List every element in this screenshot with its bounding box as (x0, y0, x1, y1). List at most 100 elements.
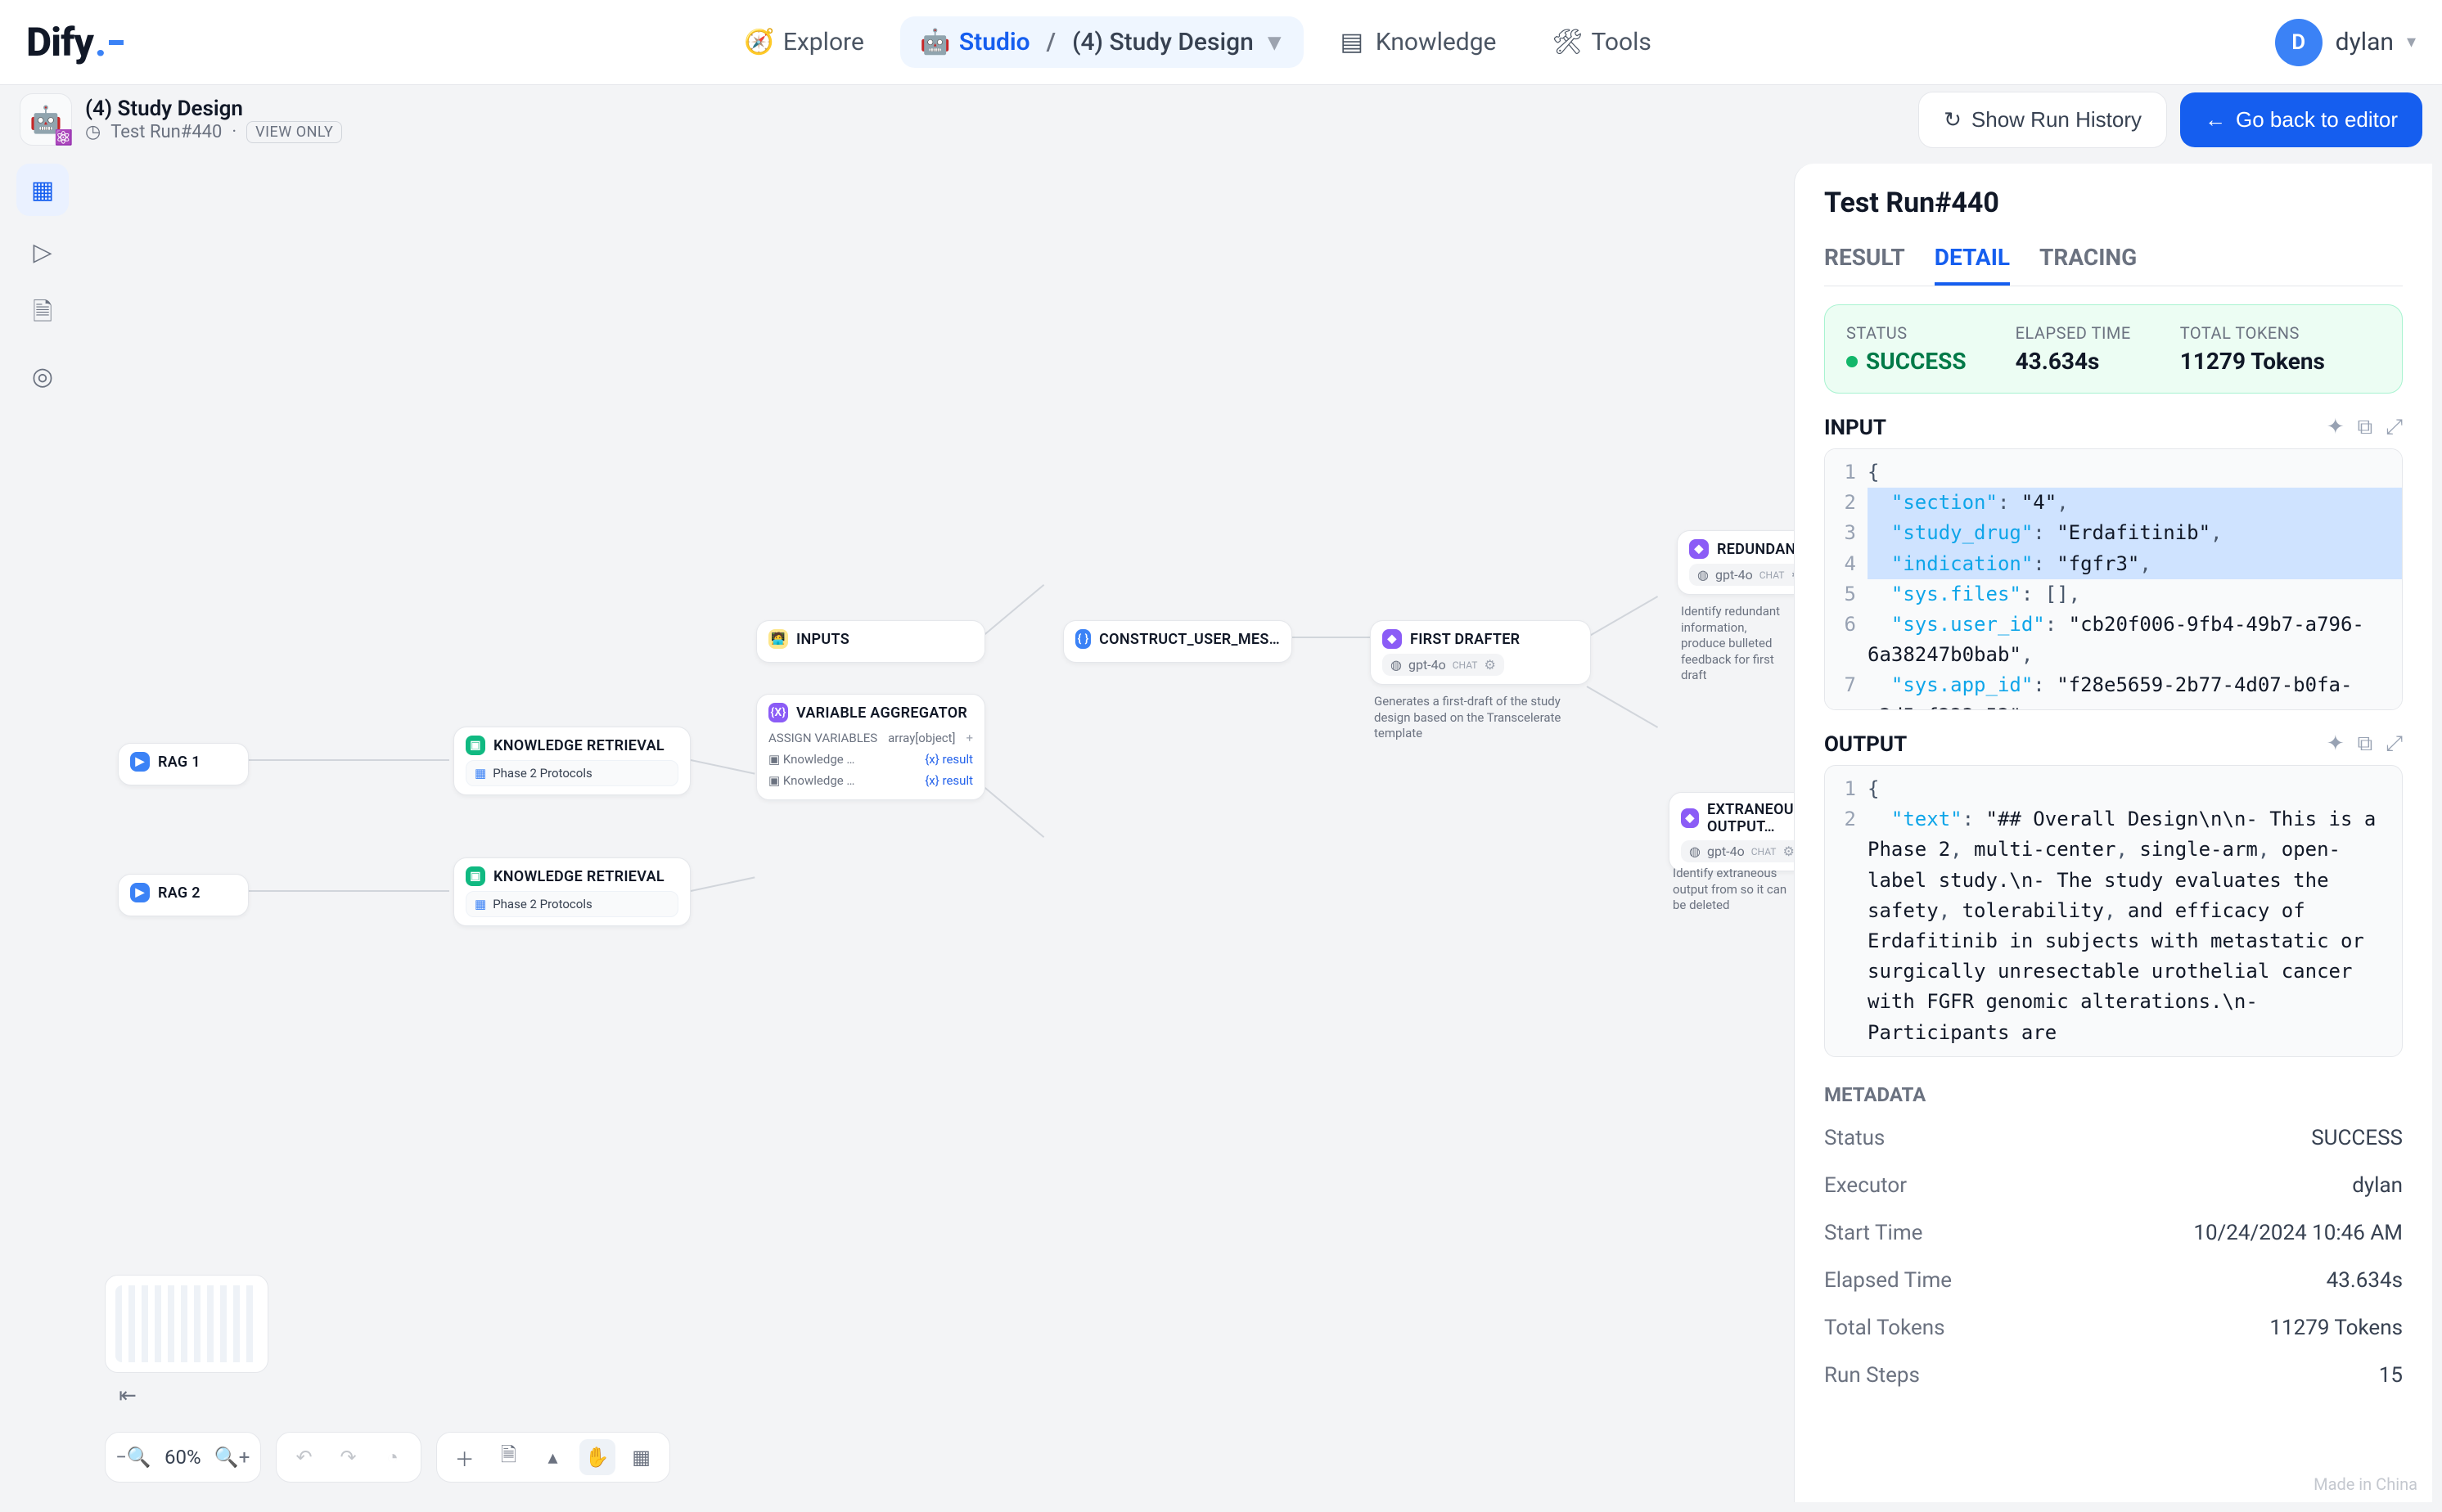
hand-button[interactable]: ✋ (579, 1439, 615, 1475)
var-row-value: {x} result (925, 773, 973, 788)
view-only-badge: VIEW ONLY (246, 121, 342, 143)
node-rag-2[interactable]: ▶ RAG 2 (118, 874, 249, 916)
book-icon: ▤ (1340, 30, 1364, 55)
settings-icon[interactable]: ⚙ (1782, 844, 1794, 859)
minimap[interactable] (105, 1275, 268, 1373)
llm-icon: ◆ (1382, 629, 1402, 649)
zoom-in-button[interactable]: 🔍+ (214, 1439, 250, 1475)
output-code-block[interactable]: 1{2 "text": "## Overall Design\n\n- This… (1824, 765, 2403, 1057)
pointer-button[interactable]: ▴ (535, 1439, 571, 1475)
avatar[interactable]: D (2275, 19, 2323, 66)
model-chip: gpt-4o (1715, 567, 1753, 583)
add-node-button[interactable]: ＋ (447, 1439, 483, 1475)
layout-button[interactable]: ▦ (624, 1439, 660, 1475)
nav-studio-label: Studio (959, 28, 1030, 56)
chevron-down-icon[interactable]: ▾ (2407, 32, 2416, 52)
node-knowledge-retrieval-1[interactable]: ▣KNOWLEDGE RETRIEVAL ▦Phase 2 Protocols (453, 727, 691, 795)
mode-chip: CHAT (1453, 659, 1478, 671)
canvas[interactable]: ▶RAG 1 ▶ RAG 2 ▣KNOWLEDGE RETRIEVAL ▦Phas… (85, 154, 1794, 1512)
edge (1288, 637, 1370, 638)
status-label: STATUS (1846, 323, 1967, 343)
zoom-value: 60% (160, 1446, 206, 1469)
copy-icon[interactable]: ⧉ (2358, 415, 2373, 440)
show-run-history-label: Show Run History (1971, 107, 2142, 133)
page-title: (4) Study Design (85, 97, 342, 121)
collapse-sidebar-button[interactable]: ⇤ (110, 1378, 146, 1414)
mode-chip: CHAT (1751, 846, 1777, 857)
metadata-row: Run Steps15 (1824, 1352, 2403, 1399)
code-line: 4 "indication": "fgfr3", (1825, 549, 2402, 579)
folder-icon: ▦ (475, 897, 486, 911)
metadata-title: METADATA (1824, 1083, 2403, 1106)
metadata-value: 11279 Tokens (2269, 1316, 2403, 1340)
sub-bar: 🤖 ⚛️ (4) Study Design ◷ Test Run#440 · V… (0, 85, 2442, 154)
nav-knowledge[interactable]: ▤ Knowledge (1317, 16, 1520, 68)
panel-title: Test Run#440 (1824, 187, 2403, 219)
username[interactable]: dylan (2336, 28, 2394, 56)
ai-sparkle-icon[interactable]: ✦ (2327, 731, 2345, 757)
play-icon: ▶ (130, 883, 150, 902)
node-variable-aggregator[interactable]: {x}VARIABLE AGGREGATOR ASSIGN VARIABLESa… (756, 694, 985, 800)
llm-icon: ◆ (1681, 808, 1699, 828)
undo-button[interactable]: ↶ (286, 1439, 322, 1475)
nav-studio[interactable]: 🤖 Studio / (4) Study Design ▾ (900, 16, 1304, 68)
rail-target[interactable]: ◎ (16, 350, 69, 403)
go-back-button[interactable]: ← Go back to editor (2180, 92, 2422, 147)
node-title: FIRST DRAFTER (1410, 631, 1520, 648)
node-title: RAG 2 (158, 884, 200, 902)
folder-icon: ▦ (475, 766, 486, 781)
copy-icon[interactable]: ⧉ (2358, 731, 2373, 757)
nav-knowledge-label: Knowledge (1376, 28, 1497, 56)
expand-icon[interactable]: ⤢ (2386, 415, 2403, 440)
status-dot-icon (1846, 356, 1858, 367)
input-section-title: INPUT (1824, 416, 1886, 440)
nav-explore[interactable]: 🧭 Explore (724, 16, 887, 68)
elapsed-label: ELAPSED TIME (2016, 323, 2131, 343)
node-rag-1[interactable]: ▶RAG 1 (118, 743, 249, 785)
note-button[interactable]: 🗎 (491, 1439, 527, 1475)
ai-sparkle-icon[interactable]: ✦ (2327, 415, 2345, 440)
code-line: 3 "study_drug": "Erdafitinib", (1825, 518, 2402, 548)
zoom-out-button[interactable]: −🔍 (115, 1439, 151, 1475)
arrow-left-icon: ← (2205, 107, 2226, 133)
nav-tools[interactable]: 🛠 Tools (1532, 16, 1674, 68)
node-extraneous-output[interactable]: ◆EXTRANEOUS OUTPUT… ◍gpt-4oCHAT⚙ (1669, 792, 1794, 871)
settings-icon[interactable]: ⚙ (1484, 657, 1495, 673)
settings-icon[interactable]: ⚙ (1791, 567, 1794, 583)
node-inputs[interactable]: 🧑‍💻INPUTS (756, 620, 985, 663)
node-first-drafter[interactable]: ◆FIRST DRAFTER ◍gpt-4oCHAT⚙ (1370, 620, 1591, 685)
history-list-button[interactable]: ◔ (375, 1439, 411, 1475)
node-title: VARIABLE AGGREGATOR (796, 704, 967, 722)
output-section-title: OUTPUT (1824, 732, 1907, 757)
code-line: 7 "sys.app_id": "f28e5659-2b77-4d07-b0fa… (1825, 670, 2402, 710)
metadata-value: 43.634s (2327, 1268, 2403, 1293)
tab-result[interactable]: RESULT (1824, 232, 1905, 286)
history-icon: ↻ (1944, 107, 1962, 133)
show-run-history-button[interactable]: ↻ Show Run History (1918, 92, 2167, 148)
plus-icon[interactable]: + (966, 731, 973, 745)
rail-play[interactable]: ▷ (16, 226, 69, 278)
status-value: SUCCESS (1866, 348, 1967, 375)
metadata-row: Total Tokens11279 Tokens (1824, 1304, 2403, 1352)
metadata-row: Executordylan (1824, 1162, 2403, 1209)
tool-controls: ＋ 🗎 ▴ ✋ ▦ (436, 1432, 670, 1483)
node-construct-user-message[interactable]: { }CONSTRUCT_USER_MES… (1063, 620, 1292, 663)
app-sub-icon: ⚛️ (55, 129, 73, 146)
nav-tools-label: Tools (1591, 28, 1651, 56)
wrench-icon: 🛠 (1555, 30, 1579, 55)
footer-watermark: Made in China (1795, 1469, 2432, 1502)
rail-doc[interactable]: 🗎 (16, 288, 69, 340)
node-knowledge-retrieval-2[interactable]: ▣KNOWLEDGE RETRIEVAL ▦Phase 2 Protocols (453, 857, 691, 926)
node-redundancy-check[interactable]: ◆REDUNDANCY CHEC… ◍gpt-4oCHAT⚙ (1677, 530, 1794, 595)
code-line: 5 "sys.files": [], (1825, 579, 2402, 610)
redo-button[interactable]: ↷ (331, 1439, 367, 1475)
robot-icon: 🤖 (923, 30, 948, 55)
metadata-row: Start Time10/24/2024 10:46 AM (1824, 1209, 2403, 1257)
breadcrumb-app: (4) Study Design (1072, 28, 1254, 56)
chevron-down-icon[interactable]: ▾ (1268, 28, 1281, 56)
rail-workflow[interactable]: ▦ (16, 164, 69, 216)
input-code-block[interactable]: 1{2 "section": "4",3 "study_drug": "Erda… (1824, 448, 2403, 710)
expand-icon[interactable]: ⤢ (2386, 731, 2403, 757)
tab-tracing[interactable]: TRACING (2039, 232, 2137, 286)
tab-detail[interactable]: DETAIL (1935, 232, 2010, 286)
